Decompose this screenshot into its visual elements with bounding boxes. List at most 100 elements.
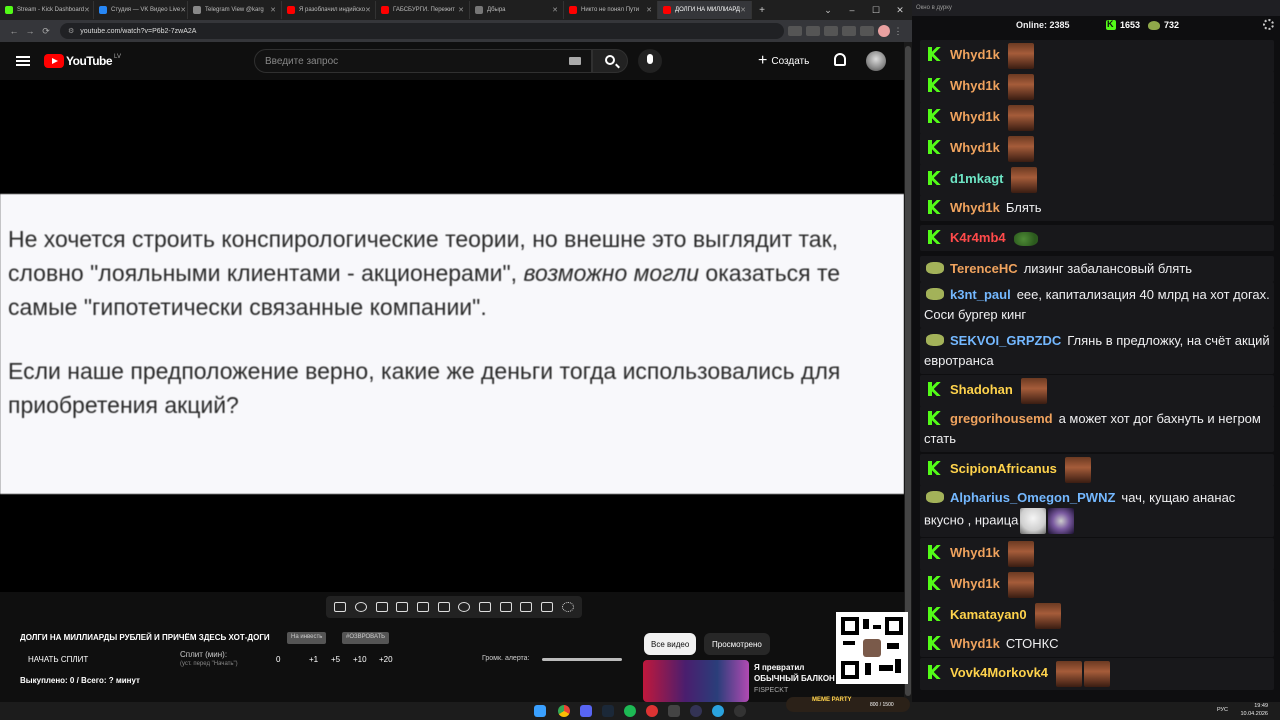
- menu-icon[interactable]: ⋮: [890, 26, 906, 37]
- extension-icon[interactable]: [842, 26, 856, 36]
- chat-username[interactable]: Whyd1k: [950, 109, 1000, 124]
- tab-youtube-2[interactable]: ГАБСБУРГИ. Пережит ✕: [376, 1, 470, 19]
- chat-username[interactable]: Whyd1k: [950, 140, 1000, 155]
- language-indicator[interactable]: РУС: [1217, 707, 1228, 713]
- hamburger-menu-icon[interactable]: [16, 56, 30, 66]
- recommended-video-channel[interactable]: FISPECKT: [754, 687, 788, 694]
- close-icon[interactable]: ✕: [365, 6, 371, 14]
- tab-kick-dashboard[interactable]: Stream - Kick Dashboard ✕: [0, 1, 94, 19]
- watch-later-icon[interactable]: [375, 602, 388, 612]
- extension-icon[interactable]: [860, 26, 874, 36]
- chat-username[interactable]: gregorihousemd: [950, 411, 1053, 426]
- create-button[interactable]: + Создать: [758, 51, 809, 71]
- chat-username[interactable]: TerenceHC: [950, 261, 1018, 276]
- obs-icon[interactable]: [734, 705, 746, 717]
- broadcast-icon[interactable]: [354, 602, 367, 612]
- back-icon[interactable]: ←: [6, 26, 22, 36]
- scrollbar[interactable]: [904, 42, 912, 702]
- tag-badge[interactable]: На инвесть: [287, 632, 327, 644]
- youtube-logo[interactable]: YouTube LV: [44, 54, 121, 68]
- chip-all-videos[interactable]: Все видео: [644, 633, 697, 655]
- chat-username[interactable]: Kamatayan0: [950, 607, 1027, 622]
- close-icon[interactable]: ✕: [270, 6, 276, 14]
- avatar[interactable]: [866, 51, 886, 71]
- search-input[interactable]: Введите запрос: [254, 49, 592, 73]
- url-field[interactable]: ⚙ youtube.com/watch?v=P6b2-7zwA2A: [60, 23, 784, 39]
- loop-icon[interactable]: [334, 602, 347, 612]
- discord-icon[interactable]: [580, 705, 592, 717]
- steam-icon[interactable]: [602, 705, 614, 717]
- chat-username[interactable]: Whyd1k: [950, 576, 1000, 591]
- tab-telegram[interactable]: Telegram View @karg ✕: [188, 1, 282, 19]
- chat-username[interactable]: d1mkagt: [950, 171, 1003, 186]
- start-icon[interactable]: [534, 705, 546, 717]
- film-icon[interactable]: [396, 602, 409, 612]
- voice-search-icon[interactable]: [638, 49, 662, 73]
- chat-username[interactable]: SEKVOI_GRPZDC: [950, 333, 1061, 348]
- app-icon[interactable]: [668, 705, 680, 717]
- tab-search-icon[interactable]: ⌄: [816, 5, 840, 16]
- chat-username[interactable]: ScipionAfricanus: [950, 461, 1057, 476]
- flask-icon[interactable]: [540, 602, 553, 612]
- close-icon[interactable]: ✕: [180, 6, 186, 14]
- chat-username[interactable]: k3nt_paul: [950, 287, 1011, 302]
- tab-vk-studio[interactable]: Студия — VK Видео Live ✕: [94, 1, 188, 19]
- minimize-icon[interactable]: –: [840, 5, 864, 16]
- chat-username[interactable]: Shadohan: [950, 382, 1013, 397]
- close-icon[interactable]: ✕: [740, 6, 746, 14]
- close-icon[interactable]: ✕: [84, 6, 90, 14]
- close-icon[interactable]: ✕: [552, 6, 558, 14]
- speed-icon[interactable]: [458, 602, 471, 612]
- recommended-video-title[interactable]: Я превратил ОБЫЧНЫЙ БАЛКОН в ГЕЙМЕРСКИЙ: [754, 662, 838, 684]
- chat-username[interactable]: Whyd1k: [950, 636, 1000, 651]
- recommended-video-thumbnail[interactable]: [643, 660, 749, 702]
- maximize-icon[interactable]: ☐: [864, 5, 888, 16]
- close-window-icon[interactable]: ✕: [888, 5, 912, 16]
- tab-youtube-1[interactable]: Я разоблачил индийско ✕: [282, 1, 376, 19]
- search-button[interactable]: [592, 49, 628, 73]
- chrome-icon[interactable]: [558, 705, 570, 717]
- app-icon[interactable]: [646, 705, 658, 717]
- chat-username[interactable]: Alpharius_Omegon_PWNZ: [950, 490, 1115, 505]
- tab-youtube-3[interactable]: Никто не понял Пути ✕: [564, 1, 658, 19]
- chat-username[interactable]: Whyd1k: [950, 545, 1000, 560]
- chat-username[interactable]: K4r4mb4: [950, 230, 1006, 245]
- tab-youtube-active[interactable]: ДОЛГИ НА МИЛЛИАРД ✕: [658, 1, 752, 19]
- forward-icon[interactable]: →: [22, 26, 38, 36]
- extension-icon[interactable]: [806, 26, 820, 36]
- close-icon[interactable]: ✕: [458, 6, 464, 14]
- start-split-button[interactable]: НАЧАТЬ СПЛИТ: [28, 655, 88, 664]
- telegram-icon[interactable]: [712, 705, 724, 717]
- keyboard-icon[interactable]: [569, 57, 581, 65]
- split-plus-20-button[interactable]: +20: [379, 655, 393, 664]
- close-icon[interactable]: ✕: [646, 6, 652, 14]
- chat-username[interactable]: Whyd1k: [950, 47, 1000, 62]
- spotify-icon[interactable]: [624, 705, 636, 717]
- chat-username[interactable]: Whyd1k: [950, 200, 1000, 215]
- reload-icon[interactable]: ⟳: [38, 26, 54, 37]
- scrollbar-thumb[interactable]: [905, 46, 911, 696]
- picture-in-picture-icon[interactable]: [416, 602, 429, 612]
- clock[interactable]: 19:49 10.04.2026: [1240, 702, 1268, 718]
- filmstrip-icon[interactable]: [437, 602, 450, 612]
- split-plus-1-button[interactable]: +1: [309, 655, 318, 664]
- fit-screen-icon[interactable]: [499, 602, 512, 612]
- gear-icon[interactable]: [1263, 19, 1274, 30]
- tag-badge[interactable]: #ОЗВРОВАТЬ: [342, 632, 390, 644]
- media-player-icon[interactable]: [690, 705, 702, 717]
- screenshot-icon[interactable]: [520, 602, 533, 612]
- tab-dbyra[interactable]: Дбыра ✕: [470, 1, 564, 19]
- chat-username[interactable]: Whyd1k: [950, 78, 1000, 93]
- notifications-icon[interactable]: [834, 53, 846, 66]
- new-tab-icon[interactable]: +: [752, 5, 772, 16]
- split-plus-5-button[interactable]: +5: [331, 655, 340, 664]
- alert-volume-slider[interactable]: [542, 658, 622, 661]
- video-player[interactable]: Не хочется строить конспирологические те…: [0, 80, 904, 592]
- gear-icon[interactable]: [561, 602, 574, 612]
- chat-username[interactable]: Vovk4Morkovk4: [950, 665, 1048, 680]
- profile-icon[interactable]: [878, 25, 890, 37]
- split-plus-10-button[interactable]: +10: [353, 655, 367, 664]
- extension-icon[interactable]: [824, 26, 838, 36]
- site-info-icon[interactable]: ⚙: [68, 27, 74, 35]
- extension-icon[interactable]: [788, 26, 802, 36]
